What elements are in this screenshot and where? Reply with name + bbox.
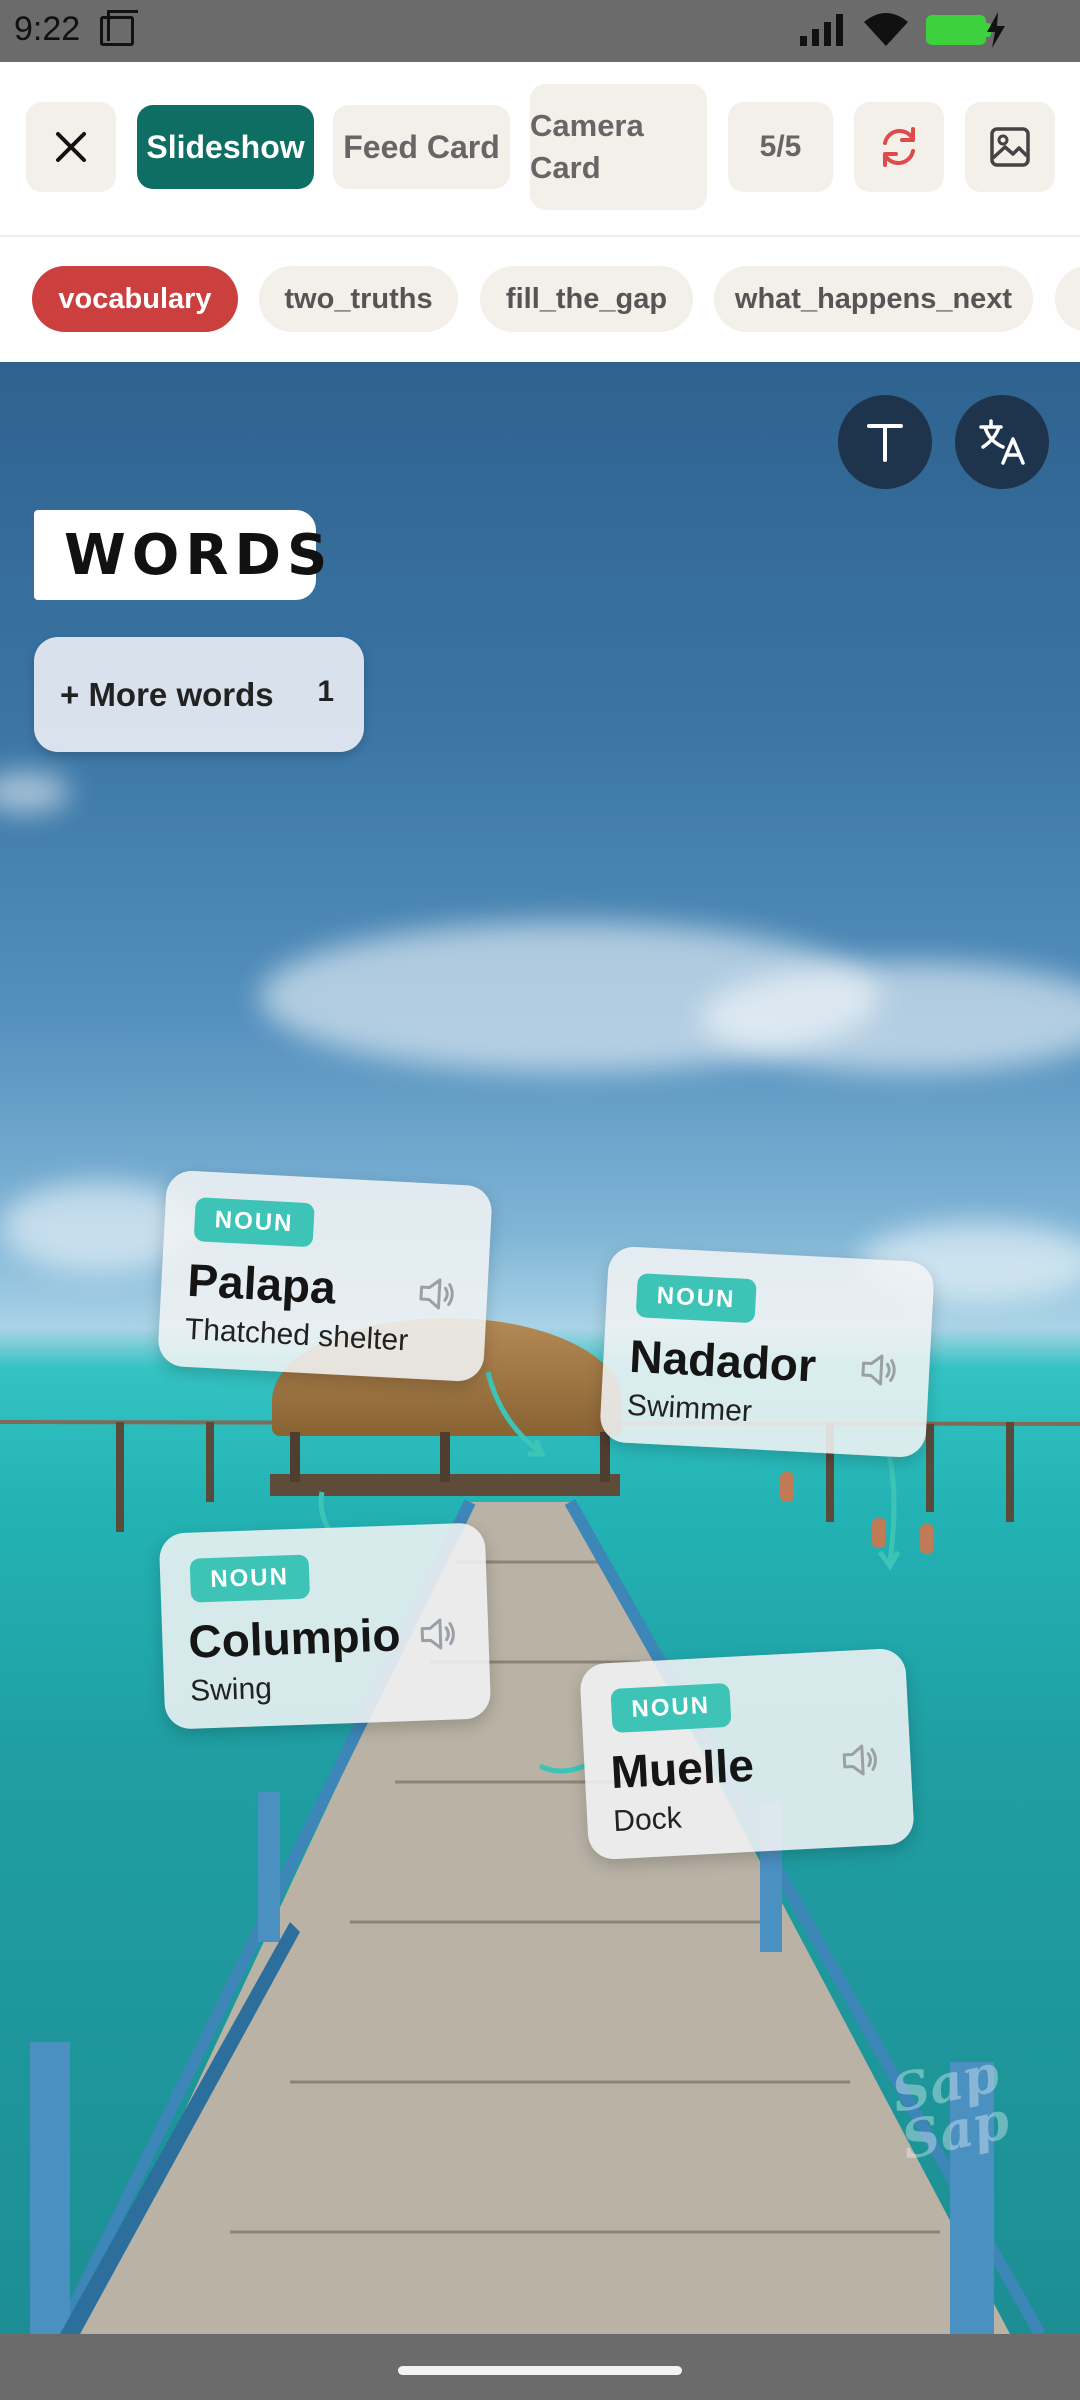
mode-feed-card-button[interactable]: Feed Card: [333, 105, 510, 189]
status-time: 9:22: [14, 10, 81, 48]
speaker-icon[interactable]: [858, 1351, 900, 1389]
word-text: Muelle: [609, 1738, 756, 1799]
word-card-muelle[interactable]: NOUN Muelle Dock: [579, 1647, 915, 1861]
camera-card-label: Camera Card: [530, 108, 644, 185]
text-icon: [867, 424, 903, 462]
speaker-icon[interactable]: [840, 1741, 882, 1779]
system-nav-bar: [0, 2334, 1080, 2400]
mode-camera-card-button[interactable]: Camera Card: [530, 84, 707, 210]
part-of-speech-tag: NOUN: [635, 1273, 757, 1324]
chip-what-happens-next[interactable]: what_happens_next: [714, 266, 1033, 332]
chip-more[interactable]: [1055, 266, 1080, 332]
image-icon: [990, 127, 1030, 167]
chip-fill-the-gap[interactable]: fill_the_gap: [480, 266, 693, 332]
more-words-button[interactable]: + More words 1: [34, 637, 364, 752]
word-text: Columpio: [187, 1608, 402, 1668]
close-button[interactable]: [26, 102, 116, 192]
word-text: Palapa: [186, 1253, 338, 1314]
mode-slideshow-button[interactable]: Slideshow: [137, 105, 314, 189]
word-meaning: Swimmer: [626, 1388, 753, 1429]
home-gesture-handle[interactable]: [398, 2366, 682, 2375]
slide-scene: WORDS + More words 1 NOUN Palapa Thatche…: [0, 362, 1080, 2334]
word-meaning: Thatched shelter: [184, 1312, 410, 1358]
part-of-speech-tag: NOUN: [610, 1682, 732, 1733]
text-style-button[interactable]: [838, 395, 932, 489]
battery-icon: [926, 15, 986, 45]
word-card-columpio[interactable]: NOUN Columpio Swing: [158, 1522, 492, 1730]
translate-icon: [979, 419, 1025, 465]
more-words-count: 1: [317, 675, 334, 708]
activity-chip-row: vocabulary two_truths fill_the_gap what_…: [0, 238, 1080, 362]
signal-icon: [800, 14, 843, 46]
word-meaning: Dock: [612, 1801, 683, 1839]
chip-two-truths[interactable]: two_truths: [259, 266, 458, 332]
word-text: Nadador: [628, 1329, 818, 1392]
status-bar: 9:22: [0, 0, 1080, 62]
word-meaning: Swing: [189, 1671, 273, 1708]
more-words-label: + More words: [60, 675, 274, 713]
close-icon: [56, 132, 86, 162]
speaker-icon[interactable]: [418, 1615, 459, 1652]
wifi-icon: [864, 13, 908, 46]
chip-vocabulary[interactable]: vocabulary: [32, 266, 238, 332]
word-card-nadador[interactable]: NOUN Nadador Swimmer: [599, 1245, 935, 1459]
part-of-speech-tag: NOUN: [193, 1197, 315, 1248]
speaker-icon[interactable]: [416, 1275, 458, 1313]
translate-button[interactable]: [955, 395, 1049, 489]
charging-icon: [987, 12, 1005, 48]
image-button[interactable]: [965, 102, 1055, 192]
sim-card-icon: [100, 10, 138, 46]
refresh-button[interactable]: [854, 102, 944, 192]
slide-counter[interactable]: 5/5: [728, 102, 833, 192]
slide-title: WORDS: [34, 510, 327, 600]
top-toolbar: Slideshow Feed Card Camera Card 5/5: [0, 62, 1080, 237]
word-card-palapa[interactable]: NOUN Palapa Thatched shelter: [157, 1169, 493, 1383]
part-of-speech-tag: NOUN: [189, 1554, 310, 1603]
refresh-icon: [883, 127, 915, 167]
